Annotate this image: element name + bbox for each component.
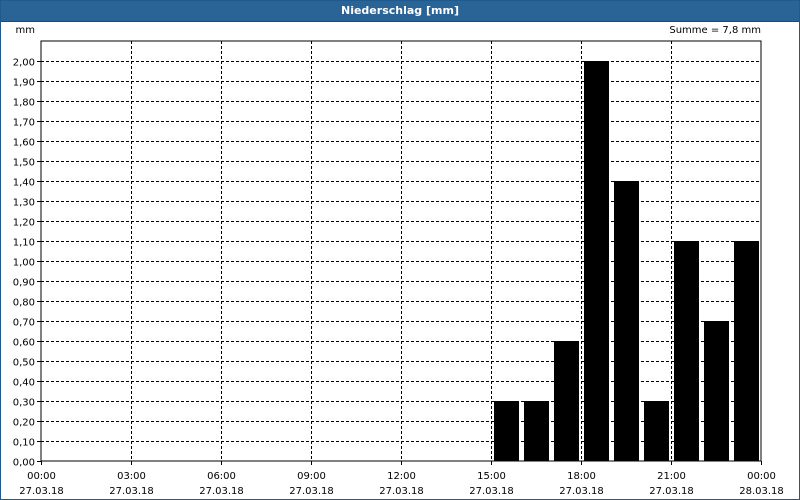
y-tick-label: 0,30 (13, 398, 35, 409)
precipitation-chart: 0,00 0,10 0,20 0,30 0,40 0,50 0,60 0,70 0,80 0,90… (13, 25, 784, 497)
x-tick-time-label: 03:00 (117, 471, 146, 482)
y-tick-label: 0,10 (13, 438, 35, 449)
y-tick-label: 0,40 (13, 378, 35, 389)
x-tick-date-label: 27.03.18 (19, 486, 64, 497)
y-tick-label: 1,80 (13, 98, 35, 109)
x-tick-time-label: 21:00 (657, 471, 686, 482)
x-tick-time-label: 15:00 (477, 471, 506, 482)
precipitation-bar (734, 241, 759, 461)
x-tick-date-label: 27.03.18 (289, 486, 334, 497)
y-tick-label: 1,10 (13, 238, 35, 249)
y-tick-label: 1,20 (13, 218, 35, 229)
y-tick-label: 0,20 (13, 418, 35, 429)
y-tick-label: 0,50 (13, 358, 35, 369)
x-tick-date-label: 27.03.18 (109, 486, 154, 497)
x-tick-time-label: 00:00 (27, 471, 56, 482)
x-tick-time-label: 18:00 (567, 471, 596, 482)
y-tick-label: 1,40 (13, 178, 35, 189)
y-tick-label: 0,70 (13, 318, 35, 329)
y-tick-label: 1,50 (13, 158, 35, 169)
x-tick-date-label: 27.03.18 (649, 486, 694, 497)
y-tick-label: 1,60 (13, 138, 35, 149)
precipitation-bar (614, 181, 639, 461)
x-tick-time-label: 09:00 (297, 471, 326, 482)
y-tick-label: 0,80 (13, 298, 35, 309)
y-tick-label: 0,60 (13, 338, 35, 349)
precipitation-bar (584, 61, 609, 461)
sum-label: Summe = 7,8 mm (669, 25, 761, 36)
precipitation-bar (674, 241, 699, 461)
y-tick-label: 0,00 (13, 458, 35, 469)
x-tick-date-label: 27.03.18 (379, 486, 424, 497)
y-tick-label: 1,30 (13, 198, 35, 209)
chart-window: Niederschlag [mm] 0,00 0,10 0,20 0,30 0,40 0,… (0, 0, 800, 500)
y-tick-label: 2,00 (13, 58, 35, 69)
y-tick-label: 0,90 (13, 278, 35, 289)
precipitation-bar (554, 341, 579, 461)
y-tick-label: 1,90 (13, 78, 35, 89)
x-tick-date-label: 27.03.18 (199, 486, 244, 497)
x-tick-date-label: 27.03.18 (559, 486, 604, 497)
y-axis-label: mm (16, 25, 35, 36)
y-tick-label: 1,70 (13, 118, 35, 129)
x-tick-time-label: 12:00 (387, 471, 416, 482)
y-tick-label: 1,00 (13, 258, 35, 269)
x-tick-time-label: 00:00 (747, 471, 776, 482)
x-tick-date-label: 27.03.18 (469, 486, 514, 497)
x-tick-time-label: 06:00 (207, 471, 236, 482)
precipitation-bar (644, 401, 669, 461)
precipitation-bar (494, 401, 519, 461)
precipitation-bar (704, 321, 729, 461)
x-tick-date-label: 28.03.18 (739, 486, 784, 497)
precipitation-bar (524, 401, 549, 461)
